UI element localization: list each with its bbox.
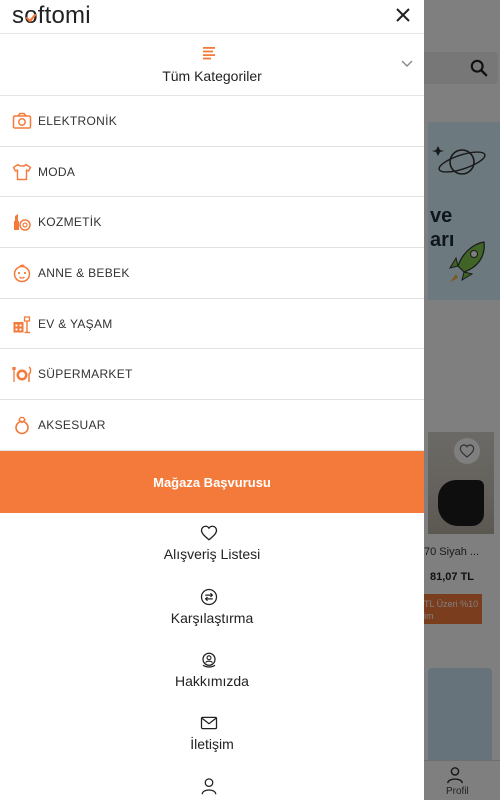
softomi-logo[interactable]: softomi <box>12 2 91 30</box>
link-label: Hakkımızda <box>175 673 249 689</box>
about-icon <box>202 652 216 668</box>
category-item-elektronik[interactable]: ELEKTRONİK <box>0 96 424 147</box>
compare-icon <box>200 588 218 606</box>
category-item-anne-bebek[interactable]: ANNE & BEBEK <box>0 248 424 299</box>
store-application-button[interactable]: Mağaza Başvurusu <box>0 451 424 513</box>
category-item-kozmetik[interactable]: KOZMETİK <box>0 197 424 249</box>
account-link[interactable] <box>0 777 424 800</box>
compare-link[interactable]: Karşılaştırma <box>0 588 424 638</box>
chevron-down-icon[interactable] <box>400 58 414 68</box>
ring-icon <box>12 415 32 435</box>
category-item-supermarket[interactable]: SÜPERMARKET <box>0 349 424 401</box>
category-label: ELEKTRONİK <box>38 113 118 128</box>
all-categories-label: Tüm Kategoriler <box>162 68 262 84</box>
close-button[interactable] <box>392 4 414 26</box>
logo-text: softomi <box>12 2 91 29</box>
category-item-aksesuar[interactable]: AKSESUAR <box>0 400 424 451</box>
category-item-ev-yasam[interactable]: EV & YAŞAM <box>0 299 424 350</box>
all-categories-toggle[interactable]: Tüm Kategoriler <box>0 34 424 96</box>
user-icon <box>201 778 217 795</box>
shopping-list-link[interactable]: Alışveriş Listesi <box>0 524 424 574</box>
category-label: MODA <box>38 164 76 179</box>
category-item-moda[interactable]: MODA <box>0 147 424 198</box>
category-label: ANNE & BEBEK <box>38 265 130 280</box>
navigation-drawer: softomi Tüm Kategoriler ELEKTRONİK MODA … <box>0 0 424 800</box>
heart-icon <box>200 525 218 541</box>
category-label: AKSESUAR <box>38 417 106 432</box>
camera-icon <box>12 111 32 131</box>
about-link[interactable]: Hakkımızda <box>0 651 424 701</box>
link-label: İletişim <box>190 736 234 752</box>
category-label: KOZMETİK <box>38 215 102 230</box>
supermarket-icon <box>12 364 32 384</box>
tshirt-icon <box>12 162 32 182</box>
link-label: Alışveriş Listesi <box>163 546 261 562</box>
category-list: ELEKTRONİK MODA KOZMETİK ANNE & BEBEK EV… <box>0 96 424 451</box>
link-label: Karşılaştırma <box>170 610 254 626</box>
home-living-icon <box>12 314 32 334</box>
drawer-header: softomi <box>0 0 424 34</box>
baby-icon <box>12 263 32 283</box>
category-label: EV & YAŞAM <box>38 316 113 331</box>
category-label: SÜPERMARKET <box>38 367 133 382</box>
cosmetics-icon <box>12 212 32 232</box>
close-icon <box>396 8 410 22</box>
logo-check-icon <box>25 13 37 23</box>
contact-link[interactable]: İletişim <box>0 714 424 764</box>
list-icon <box>203 47 215 60</box>
mail-icon <box>200 716 218 730</box>
